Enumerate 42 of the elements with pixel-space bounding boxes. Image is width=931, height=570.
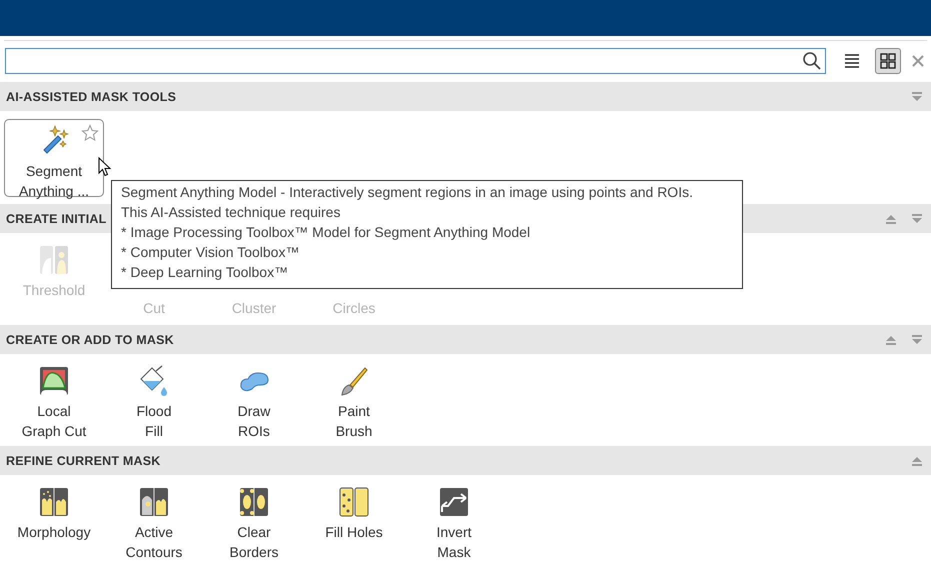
tool-button[interactable]: Paint Brush (336, 401, 372, 441)
contour-icon (138, 486, 170, 518)
tool-button[interactable]: Local Graph Cut (22, 401, 86, 441)
graph-cut-icon (38, 365, 70, 397)
section-title: CREATE OR ADD TO MASK (6, 332, 174, 346)
move-down-button[interactable] (911, 212, 923, 224)
cursor-icon (98, 157, 111, 177)
tool-button[interactable]: Flood Fill (136, 401, 172, 441)
tooltip-text: This AI-Assisted technique requires (121, 203, 342, 222)
grid-icon (879, 52, 897, 70)
section-title: REFINE CURRENT MASK (6, 454, 160, 468)
tool-button[interactable]: Invert Mask (436, 522, 472, 562)
clear-borders-icon (238, 486, 270, 518)
morphology-icon (38, 486, 70, 518)
close-icon (912, 55, 924, 67)
tool-button[interactable]: Draw ROIs (238, 401, 270, 441)
tool-button[interactable]: Active Contours (126, 522, 182, 562)
move-up-button[interactable] (911, 454, 923, 466)
fill-holes-icon (338, 486, 370, 518)
section-title: CREATE INITIAL (6, 212, 106, 226)
star-icon[interactable] (81, 124, 99, 142)
invert-mask-icon (438, 486, 470, 518)
move-up-button[interactable] (885, 334, 897, 346)
section-title: AI-ASSISTED MASK TOOLS (6, 90, 176, 104)
tool-button[interactable]: Morphology (17, 522, 91, 542)
search-icon (802, 51, 822, 71)
list-icon (843, 52, 861, 70)
tool-button[interactable]: Clear Borders (229, 522, 279, 562)
tooltip-text: * Deep Learning Toolbox™ (121, 263, 290, 282)
tooltip-text: Segment Anything Model - Interactively segment regions in an image using points and ROIs. (121, 183, 694, 202)
tooltip-text: * Computer Vision Toolbox™ (121, 243, 300, 262)
threshold-icon (38, 244, 70, 276)
tooltip-text: * Image Processing Toolbox™ Model for Segment Anything Model (121, 223, 532, 242)
move-up-button[interactable] (885, 212, 897, 224)
search-field[interactable] (5, 48, 826, 74)
grid-view-button[interactable] (875, 48, 901, 74)
close-button[interactable] (911, 54, 925, 68)
tool-button[interactable]: Fill Holes (325, 522, 383, 542)
move-down-button[interactable] (911, 334, 923, 346)
move-down-button[interactable] (911, 90, 923, 102)
tool-tile[interactable]: Segment Anything ... (4, 119, 104, 197)
paint-bucket-icon (138, 365, 170, 397)
